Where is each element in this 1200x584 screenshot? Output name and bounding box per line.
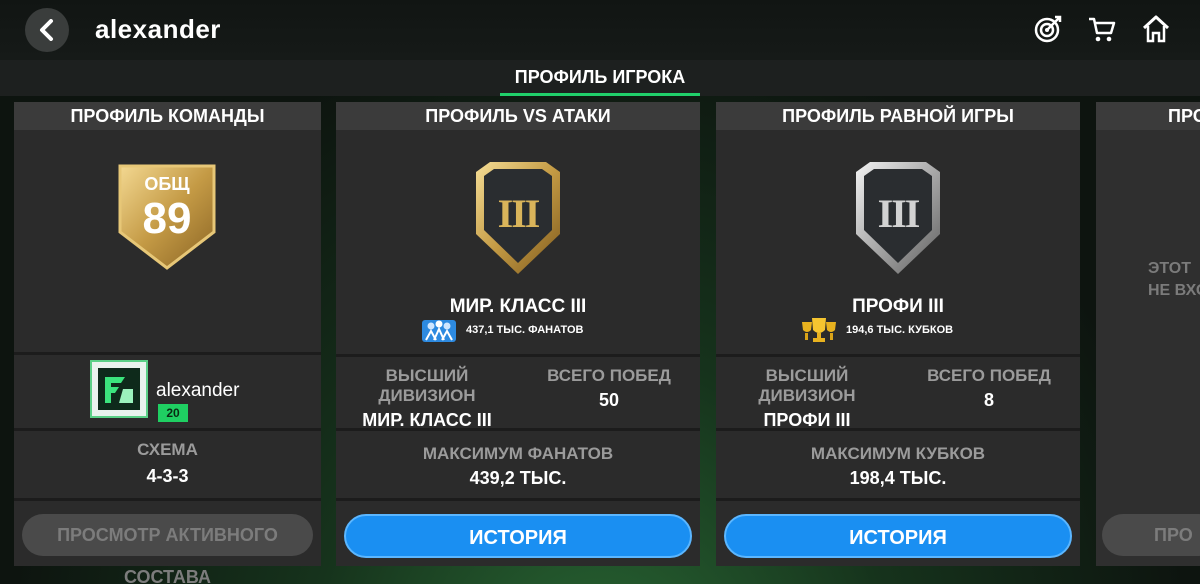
back-button[interactable] <box>25 8 69 52</box>
divider <box>14 498 321 501</box>
club-name: alexander <box>156 380 240 401</box>
ovr-label: ОБЩ <box>144 174 190 194</box>
divider <box>716 354 1080 357</box>
level-badge: 20 <box>158 404 188 422</box>
division-badge: III <box>852 160 944 276</box>
card-title: ПРО <box>1096 102 1200 130</box>
total-wins-block: ВСЕГО ПОБЕД 50 <box>518 366 700 411</box>
fans-count: 437,1 ТЫС. ФАНАТОВ <box>466 324 584 336</box>
best-division-label: ВЫСШИЙ ДИВИЗИОН <box>378 366 476 405</box>
username: alexander <box>95 14 221 44</box>
trophies-row: 194,6 ТЫС. КУБКОВ <box>798 316 953 344</box>
best-division-label: ВЫСШИЙ ДИВИЗИОН <box>758 366 856 405</box>
club-logo <box>90 360 148 418</box>
divider <box>336 354 700 357</box>
max-trophies-label: МАКСИМУМ КУБКОВ <box>810 444 986 463</box>
divider <box>336 428 700 431</box>
ovr-value: 89 <box>142 194 192 243</box>
total-wins-block: ВСЕГО ПОБЕД 8 <box>898 366 1080 411</box>
view-active-squad-button[interactable]: ПРОСМОТР АКТИВНОГО СОСТАВА <box>22 514 313 584</box>
fans-icon <box>422 320 456 342</box>
divider <box>14 428 321 431</box>
objectives-button[interactable] <box>1032 12 1064 46</box>
h2h-profile-card: ПРОФИЛЬ РАВНОЙ ИГРЫ III ПРОФИ III 194,6 … <box>716 102 1080 566</box>
best-division-block: ВЫСШИЙ ДИВИЗИОН МИР. КЛАСС III <box>336 366 518 431</box>
division-numeral: III <box>877 191 921 236</box>
division-numeral: III <box>497 191 541 236</box>
partial-profile-card: ПРО ЭТОТ НЕ ВХО ПРО <box>1096 102 1200 566</box>
total-wins-label: ВСЕГО ПОБЕД <box>927 366 1051 385</box>
total-wins-value: 50 <box>598 390 620 410</box>
team-profile-card: ПРОФИЛЬ КОМАНДЫ ОБЩ 89 alexander 20 СХЕМ… <box>14 102 321 584</box>
card-title: ПРОФИЛЬ КОМАНДЫ <box>14 102 321 130</box>
target-icon <box>1034 15 1062 43</box>
home-button[interactable] <box>1140 12 1172 46</box>
trophies-count: 194,6 ТЫС. КУБКОВ <box>846 324 954 336</box>
club-crest-icon <box>98 368 140 410</box>
divider <box>14 352 321 355</box>
formation-label: СХЕМА <box>137 440 198 459</box>
history-button[interactable]: ИСТОРИЯ <box>724 514 1072 558</box>
max-fans-value: 439,2 ТЫС. <box>469 468 567 488</box>
tab-bar: ПРОФИЛЬ ИГРОКА <box>0 60 1200 96</box>
ovr-badge: ОБЩ 89 <box>114 162 220 272</box>
home-icon <box>1142 15 1170 43</box>
division-rank: МИР. КЛАСС III <box>449 296 587 317</box>
total-wins-value: 8 <box>983 390 994 410</box>
divider <box>716 498 1080 501</box>
vs-attack-profile-card: ПРОФИЛЬ VS АТАКИ III МИР. КЛАСС III 437,… <box>336 102 700 566</box>
divider <box>716 428 1080 431</box>
max-fans-label: МАКСИМУМ ФАНАТОВ <box>422 444 614 463</box>
trophy-icon <box>802 318 836 342</box>
top-bar: alexander <box>0 0 1200 60</box>
total-wins-label: ВСЕГО ПОБЕД <box>547 366 671 385</box>
division-rank: ПРОФИ III <box>852 296 944 317</box>
division-badge: III <box>472 160 564 276</box>
max-trophies-value: 198,4 ТЫС. <box>849 468 947 488</box>
card-title: ПРОФИЛЬ VS АТАКИ <box>336 102 700 130</box>
divider <box>336 498 700 501</box>
locked-text-line1: ЭТОТ <box>1148 260 1191 277</box>
chevron-left-icon <box>40 19 53 41</box>
best-division-block: ВЫСШИЙ ДИВИЗИОН ПРОФИ III <box>716 366 898 431</box>
tab-player-profile[interactable]: ПРОФИЛЬ ИГРОКА <box>500 60 700 96</box>
formation-value: 4-3-3 <box>146 466 189 486</box>
fans-row: 437,1 ТЫС. ФАНАТОВ <box>420 316 583 344</box>
store-button[interactable] <box>1086 12 1118 46</box>
partial-button[interactable]: ПРО <box>1102 514 1200 556</box>
card-title: ПРОФИЛЬ РАВНОЙ ИГРЫ <box>716 102 1080 130</box>
history-button[interactable]: ИСТОРИЯ <box>344 514 692 558</box>
cart-icon <box>1089 17 1116 42</box>
locked-text-line2: НЕ ВХО <box>1148 282 1200 299</box>
